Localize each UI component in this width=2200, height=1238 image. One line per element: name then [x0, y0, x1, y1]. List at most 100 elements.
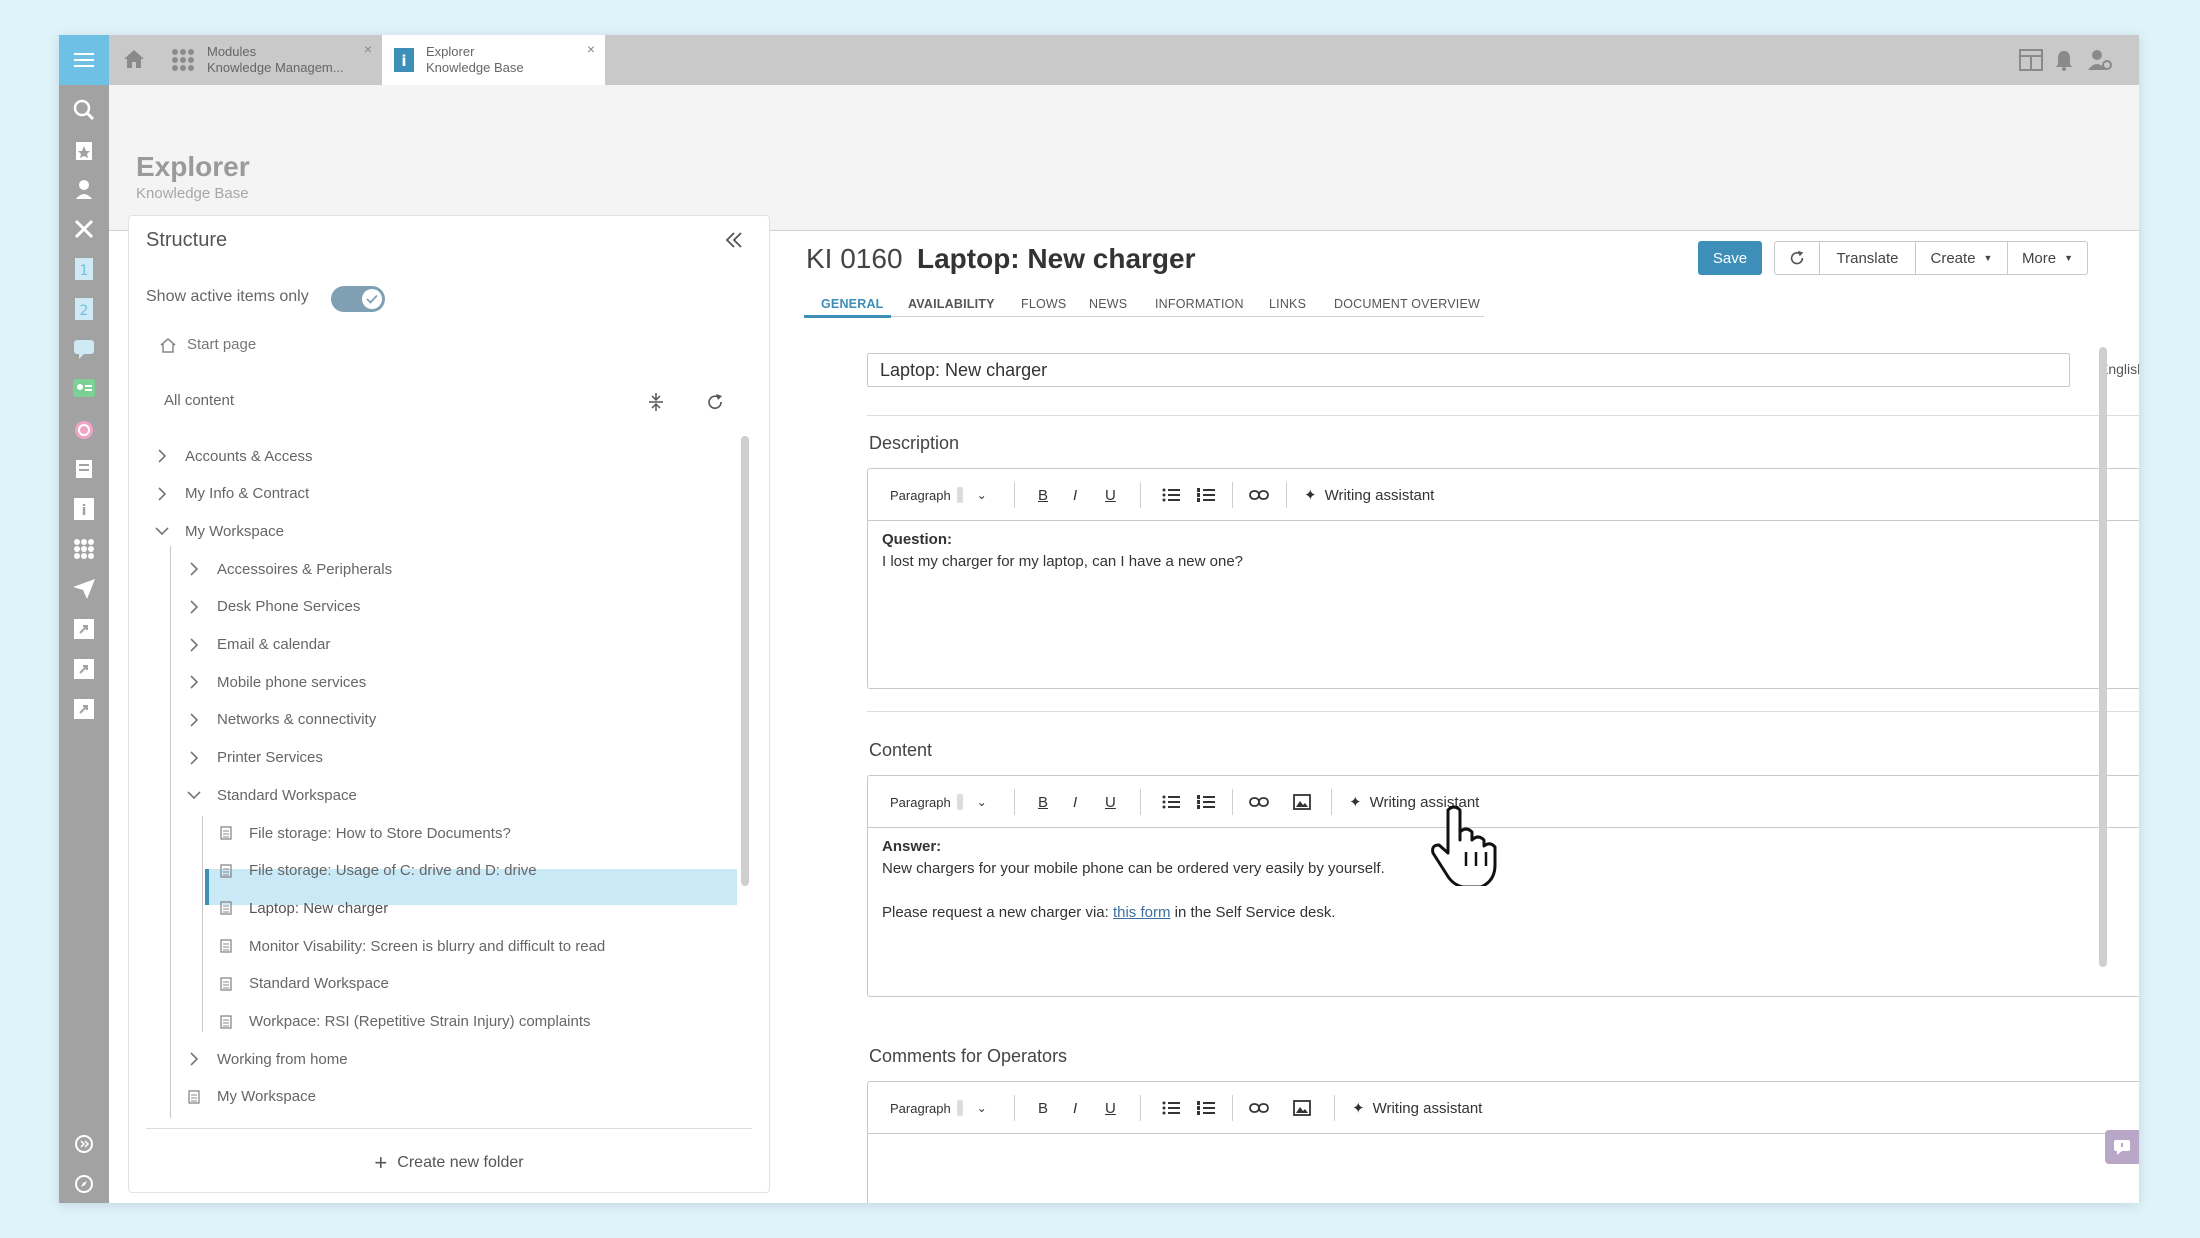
chevron-right-icon[interactable] [185, 675, 203, 689]
tree-folder-item[interactable]: Accessoires & Peripherals [185, 551, 392, 587]
document-check-icon[interactable] [72, 457, 96, 481]
tree-folder-item[interactable]: Working from home [185, 1041, 348, 1077]
expand-rail-icon[interactable] [72, 1132, 96, 1156]
tab-news[interactable]: NEWS [1089, 297, 1127, 311]
content-body[interactable]: Answer: New chargers for your mobile pho… [882, 836, 1385, 924]
numbered-list-button[interactable] [1197, 469, 1215, 521]
more-dropdown-button[interactable]: More ▼ [2007, 241, 2088, 275]
title-input[interactable]: Laptop: New charger [867, 353, 2070, 387]
active-items-toggle[interactable] [331, 286, 385, 312]
this-form-link[interactable]: this form [1113, 904, 1171, 921]
chevron-right-icon[interactable] [185, 1052, 203, 1066]
italic-button[interactable]: I [1073, 1082, 1077, 1134]
tree-document-item[interactable]: File storage: Usage of C: drive and D: d… [217, 853, 537, 889]
info-icon[interactable]: i [72, 497, 96, 521]
id-card-icon[interactable] [72, 377, 96, 401]
tree-folder-item[interactable]: Email & calendar [185, 627, 330, 663]
paragraph-select[interactable]: Paragraph ⌄ [890, 469, 987, 521]
chevron-right-icon[interactable] [153, 487, 171, 501]
bold-button[interactable]: B [1038, 1082, 1048, 1134]
tree-document-item[interactable]: My Workspace [185, 1079, 316, 1115]
bullet-list-button[interactable] [1162, 469, 1180, 521]
tree-folder-item[interactable]: My Info & Contract [153, 476, 309, 512]
tab-general[interactable]: GENERAL [821, 297, 884, 311]
create-folder-button[interactable]: + Create new folder [129, 1150, 769, 1176]
writing-assistant-button[interactable]: ✦ Writing assistant [1304, 469, 1434, 521]
chevron-right-icon[interactable] [185, 600, 203, 614]
refresh-button[interactable] [1774, 241, 1820, 275]
chevron-right-icon[interactable] [185, 751, 203, 765]
underline-button[interactable]: U [1105, 469, 1116, 521]
link-button[interactable] [1249, 469, 1269, 521]
notifications-button[interactable] [2055, 49, 2073, 76]
tree-folder-item[interactable]: Networks & connectivity [185, 702, 376, 738]
tab-modules[interactable]: Modules Knowledge Managem... × [159, 35, 382, 85]
tree-folder-item[interactable]: Printer Services [185, 740, 323, 776]
clipboard-star-icon[interactable] [72, 138, 96, 162]
headset-icon[interactable] [72, 177, 96, 201]
italic-button[interactable]: I [1073, 776, 1077, 828]
tree-document-item[interactable]: Laptop: New charger [217, 890, 388, 926]
tree-folder-item[interactable]: My Workspace [153, 513, 284, 549]
numbered-list-button[interactable] [1197, 1082, 1215, 1134]
image-button[interactable] [1293, 776, 1311, 828]
underline-button[interactable]: U [1105, 1082, 1116, 1134]
user-settings-button[interactable] [2087, 48, 2113, 77]
image-button[interactable] [1293, 1082, 1311, 1134]
tab-explorer[interactable]: i Explorer Knowledge Base × [382, 35, 605, 85]
send-icon[interactable] [72, 577, 96, 601]
tree-folder-item[interactable]: Mobile phone services [185, 664, 366, 700]
chevron-right-icon[interactable] [185, 637, 203, 652]
tools-icon[interactable] [72, 217, 96, 241]
translate-button[interactable]: Translate [1819, 241, 1916, 275]
home-button[interactable] [123, 48, 147, 72]
tree-folder-item[interactable]: Standard Workspace [185, 777, 357, 813]
tree-document-item[interactable]: Monitor Visability: Screen is blurry and… [217, 928, 605, 964]
chevron-right-icon[interactable] [185, 562, 203, 576]
shortcut-icon-3[interactable] [72, 697, 96, 721]
link-button[interactable] [1249, 1082, 1269, 1134]
create-dropdown-button[interactable]: Create ▼ [1915, 241, 2008, 275]
start-page-link[interactable]: Start page [159, 336, 256, 353]
layout-button[interactable] [2019, 49, 2043, 76]
tree-folder-item[interactable]: Accounts & Access [153, 438, 313, 474]
alarm-icon[interactable] [72, 417, 96, 441]
bold-button[interactable]: B [1038, 469, 1048, 521]
compass-icon[interactable] [72, 1172, 96, 1196]
chevron-right-icon[interactable] [153, 449, 171, 463]
tree-scrollbar[interactable] [741, 436, 749, 886]
search-icon[interactable] [72, 98, 96, 122]
feedback-button[interactable] [2105, 1130, 2139, 1164]
description-editor[interactable]: Paragraph ⌄ B I U ✦ Writing assistant Ques… [867, 468, 2139, 689]
refresh-tree-button[interactable] [705, 392, 725, 417]
description-body[interactable]: Question: I lost my charger for my lapto… [882, 529, 1243, 573]
tab-availability[interactable]: AVAILABILITY [908, 297, 995, 311]
tab-information[interactable]: INFORMATION [1155, 297, 1244, 311]
paragraph-select[interactable]: Paragraph ⌄ [890, 776, 987, 828]
form-one-icon[interactable]: 1 [72, 257, 96, 281]
shortcut-icon-1[interactable] [72, 617, 96, 641]
tab-document-overview[interactable]: DOCUMENT OVERVIEW [1334, 297, 1480, 311]
underline-button[interactable]: U [1105, 776, 1116, 828]
bullet-list-button[interactable] [1162, 776, 1180, 828]
save-button[interactable]: Save [1698, 241, 1762, 275]
tree-document-item[interactable]: Workpace: RSI (Repetitive Strain Injury)… [217, 1004, 591, 1040]
paragraph-select[interactable]: Paragraph ⌄ [890, 1082, 987, 1134]
tab-links[interactable]: LINKS [1269, 297, 1306, 311]
form-two-icon[interactable]: 2 [72, 297, 96, 321]
chat-cloud-icon[interactable] [72, 337, 96, 361]
close-tab-icon[interactable]: × [587, 41, 595, 57]
tree-folder-item[interactable]: Desk Phone Services [185, 589, 360, 625]
numbered-list-button[interactable] [1197, 776, 1215, 828]
tree-document-item[interactable]: File storage: How to Store Documents? [217, 815, 511, 851]
chevron-right-icon[interactable] [185, 713, 203, 727]
modules-icon[interactable] [72, 537, 96, 561]
collapse-panel-button[interactable] [725, 232, 743, 253]
comments-editor[interactable]: Paragraph ⌄ B I U ✦ Writing assistant [867, 1081, 2139, 1203]
main-scrollbar[interactable] [2099, 347, 2107, 967]
tab-flows[interactable]: FLOWS [1021, 297, 1066, 311]
collapse-all-button[interactable] [647, 392, 665, 417]
close-tab-icon[interactable]: × [364, 41, 372, 57]
tree-document-item[interactable]: Standard Workspace [217, 966, 389, 1002]
shortcut-icon-2[interactable] [72, 657, 96, 681]
